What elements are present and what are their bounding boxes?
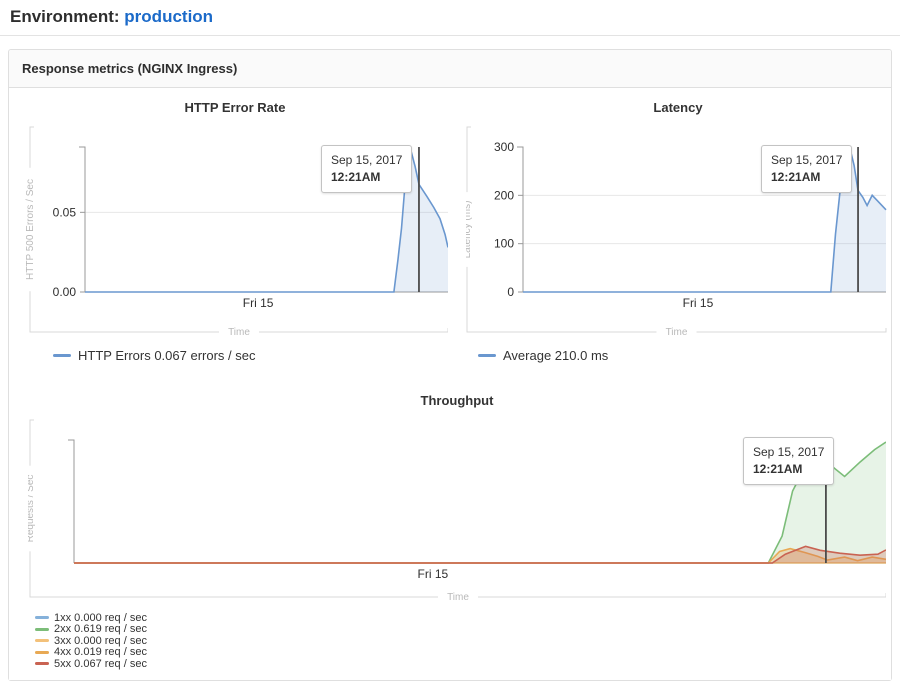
legend-label: Average 210.0 ms <box>503 348 608 363</box>
y-tick-label: 200 <box>494 188 514 202</box>
y-axis <box>68 440 74 563</box>
legend-label: 3xx 0.000 req / sec <box>54 635 147 647</box>
x-axis-label: Time <box>447 592 469 603</box>
chart-legend: 1xx 0.000 req / sec 2xx 0.619 req / sec … <box>35 612 886 670</box>
series-area-4xx <box>74 549 886 563</box>
tooltip-date: Sep 15, 2017 <box>753 444 824 461</box>
tooltip-date: Sep 15, 2017 <box>331 152 402 169</box>
legend-label: 1xx 0.000 req / sec <box>54 612 147 624</box>
legend-marker <box>35 639 49 642</box>
legend-item: 3xx 0.000 req / sec <box>35 635 886 647</box>
x-axis-label: Time <box>228 327 250 338</box>
series-line-5xx <box>74 546 886 563</box>
chart-title: HTTP Error Rate <box>22 100 448 116</box>
environment-label: Environment: <box>10 7 120 26</box>
x-axis-label: Time <box>666 327 688 338</box>
legend-marker <box>35 662 49 665</box>
legend-item: 2xx 0.619 req / sec <box>35 624 886 636</box>
y-axis <box>517 147 523 292</box>
y-tick-label: 100 <box>494 237 514 251</box>
legend-item: 1xx 0.000 req / sec <box>35 612 886 624</box>
legend-marker <box>35 628 49 631</box>
chart-tooltip: Sep 15, 2017 12:21AM <box>761 145 852 193</box>
chart-throughput: Throughput Fri 15 Requests / Sec Time Sep … <box>28 393 886 670</box>
series-line-4xx <box>74 549 886 563</box>
y-tick-label: 0 <box>507 285 514 299</box>
legend-label: 4xx 0.019 req / sec <box>54 646 147 658</box>
legend-marker <box>35 616 49 619</box>
x-tick-label: Fri 15 <box>243 296 274 310</box>
legend-item: 5xx 0.067 req / sec <box>35 658 886 670</box>
x-tick-label: Fri 15 <box>683 296 714 310</box>
y-axis-label: Requests / Sec <box>28 475 36 543</box>
series-area-5xx <box>74 546 886 563</box>
x-tick-label: Fri 15 <box>418 567 449 581</box>
legend-label: 2xx 0.619 req / sec <box>54 623 147 635</box>
y-axis <box>79 147 85 292</box>
panel-body: HTTP Error Rate 0.00 0.05 Fri 15 HTTP 500 E… <box>9 88 891 680</box>
y-tick-label: 300 <box>494 140 514 154</box>
legend-marker <box>478 354 496 357</box>
y-axis-label: HTTP 500 Errors / Sec <box>25 179 36 280</box>
legend-label: 5xx 0.067 req / sec <box>54 658 147 670</box>
chart-legend: Average 210.0 ms <box>478 347 890 363</box>
tooltip-date: Sep 15, 2017 <box>771 152 842 169</box>
response-metrics-panel: Response metrics (NGINX Ingress) HTTP Er… <box>8 49 892 681</box>
chart-tooltip: Sep 15, 2017 12:21AM <box>321 145 412 193</box>
chart-tooltip: Sep 15, 2017 12:21AM <box>743 437 834 485</box>
y-axis-label: Latency (ms) <box>466 201 473 259</box>
chart-title: Throughput <box>28 393 886 409</box>
legend-item: HTTP Errors 0.067 errors / sec <box>53 347 448 363</box>
chart-http-error-rate: HTTP Error Rate 0.00 0.05 Fri 15 HTTP 500 E… <box>22 100 448 363</box>
tooltip-time: 12:21AM <box>753 461 824 478</box>
y-tick-label: 0.05 <box>53 205 77 219</box>
tooltip-time: 12:21AM <box>331 169 402 186</box>
environment-header: Environment: production <box>0 0 900 36</box>
chart-legend: HTTP Errors 0.067 errors / sec <box>53 347 448 363</box>
tooltip-time: 12:21AM <box>771 169 842 186</box>
environment-link[interactable]: production <box>124 7 213 26</box>
panel-title: Response metrics (NGINX Ingress) <box>9 50 891 88</box>
chart-title: Latency <box>466 100 890 116</box>
legend-label: HTTP Errors 0.067 errors / sec <box>78 348 255 363</box>
legend-item: 4xx 0.019 req / sec <box>35 647 886 659</box>
legend-marker <box>35 651 49 654</box>
y-tick-label: 0.00 <box>53 285 77 299</box>
legend-marker <box>53 354 71 357</box>
legend-item: Average 210.0 ms <box>478 347 890 363</box>
chart-latency: Latency 0 100 200 300 Fri 15 Latency (ms) Time… <box>466 100 890 363</box>
